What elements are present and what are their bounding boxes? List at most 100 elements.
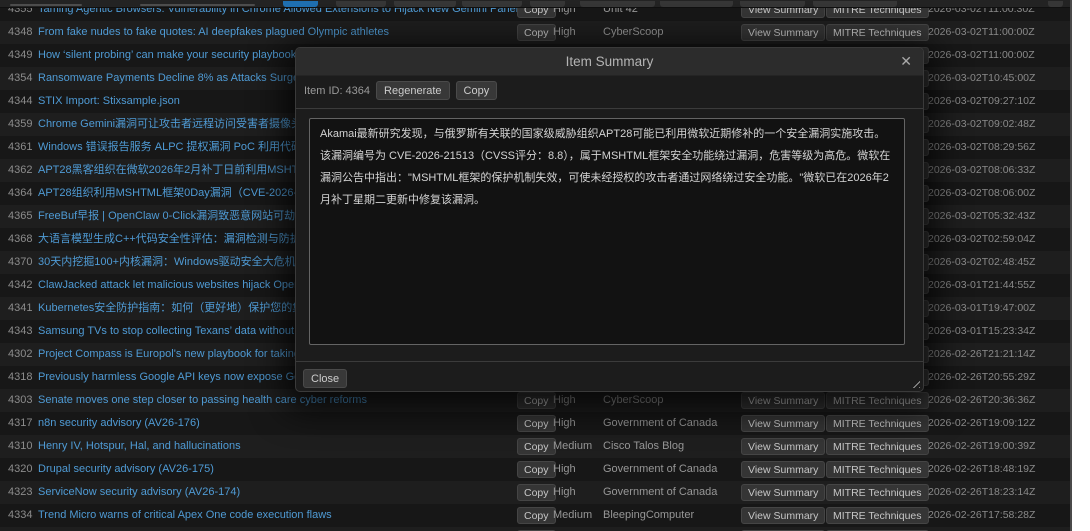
- item-id: 4343: [8, 325, 33, 337]
- item-id: 4323: [8, 486, 33, 498]
- item-title-link[interactable]: APT28组织利用MSHTML框架0Day漏洞（CVE-2026-21513）: [38, 182, 339, 205]
- view-summary-button[interactable]: View Summary: [741, 438, 826, 455]
- source-label: BleepingComputer: [603, 509, 695, 521]
- toolbar-button-fragment[interactable]: [394, 1, 456, 7]
- item-title-link[interactable]: Drupal security advisory (AV26-175): [38, 458, 214, 481]
- view-summary-button[interactable]: View Summary: [741, 484, 826, 501]
- timestamp: 2026-02-26T18:23:14Z: [928, 486, 1036, 498]
- table-row[interactable]: 4303 Senate moves one step closer to pas…: [0, 389, 1070, 412]
- item-title-link[interactable]: APT28黑客组织在微软2026年2月补丁日前利用MSHTML漏洞: [38, 159, 336, 182]
- item-title-link[interactable]: Trend Micro warns of critical Apex One c…: [38, 504, 332, 527]
- item-id: 4359: [8, 118, 33, 130]
- toolbar-button-fragment[interactable]: [813, 1, 897, 7]
- item-title-link[interactable]: Henry IV, Hotspur, Hal, and hallucinatio…: [38, 435, 241, 458]
- copy-button[interactable]: Copy: [517, 507, 556, 524]
- timestamp: 2026-03-02T08:06:33Z: [928, 164, 1036, 176]
- summary-textarea[interactable]: Akamai最新研究发现，与俄罗斯有关联的国家级威胁组织APT28可能已利用微软…: [309, 118, 905, 345]
- table-row[interactable]: 4348 From fake nudes to fake quotes: AI …: [0, 21, 1070, 44]
- item-title-link[interactable]: 大语言模型生成C++代码安全性评估：漏洞检测与防护: [38, 228, 301, 251]
- mitre-techniques-button[interactable]: MITRE Techniques: [826, 461, 929, 478]
- item-title-link[interactable]: How ‘silent probing’ can make your secur…: [38, 44, 327, 67]
- copy-summary-button[interactable]: Copy: [455, 81, 498, 100]
- regenerate-button[interactable]: Regenerate: [376, 81, 450, 100]
- source-label: CyberScoop: [603, 394, 664, 406]
- item-title-link[interactable]: ServiceNow security advisory (AV26-174): [38, 481, 240, 504]
- view-summary-button[interactable]: View Summary: [741, 415, 826, 432]
- copy-button[interactable]: Copy: [517, 415, 556, 432]
- item-title-link[interactable]: Chrome Gemini漏洞可让攻击者远程访问受害者摄像头: [38, 113, 302, 136]
- close-button[interactable]: Close: [303, 369, 348, 388]
- mitre-techniques-button[interactable]: MITRE Techniques: [826, 438, 929, 455]
- toolbar-button-fragment[interactable]: [660, 1, 733, 7]
- table-row[interactable]: 4310 Henry IV, Hotspur, Hal, and halluci…: [0, 435, 1070, 458]
- dialog-meta-row: Item ID: 4364 Regenerate Copy: [304, 81, 498, 101]
- copy-button[interactable]: Copy: [517, 438, 556, 455]
- resize-grip-icon[interactable]: [909, 377, 920, 388]
- item-title-link[interactable]: Kubernetes安全防护指南：如何（更好地）保护您的集群: [38, 297, 314, 320]
- toolbar-button-fragment[interactable]: [580, 1, 655, 7]
- table-row[interactable]: 4317 n8n security advisory (AV26-176) Co…: [0, 412, 1070, 435]
- toolbar-button-fragment[interactable]: [1048, 1, 1063, 7]
- timestamp: 2026-03-02T09:02:48Z: [928, 118, 1036, 130]
- toolbar-button-fragment[interactable]: [462, 1, 522, 7]
- toolbar-primary-button-fragment[interactable]: [283, 1, 318, 7]
- source-label: Cisco Talos Blog: [603, 440, 685, 452]
- item-id: 4354: [8, 72, 33, 84]
- copy-button[interactable]: Copy: [517, 484, 556, 501]
- item-id: 4310: [8, 440, 33, 452]
- mitre-techniques-button[interactable]: MITRE Techniques: [826, 392, 929, 409]
- mitre-techniques-button[interactable]: MITRE Techniques: [826, 24, 929, 41]
- copy-button[interactable]: Copy: [517, 24, 556, 41]
- timestamp: 2026-03-01T19:47:00Z: [928, 302, 1036, 314]
- screenshot-root: { "modal": { "title": "Item Summary", "c…: [0, 0, 1090, 531]
- timestamp: 2026-02-26T20:55:29Z: [928, 371, 1036, 383]
- item-title-link[interactable]: Windows 错误报告服务 ALPC 提权漏洞 PoC 利用代码公开: [38, 136, 324, 159]
- item-title-link[interactable]: Senate moves one step closer to passing …: [38, 389, 367, 412]
- toolbar-button-fragment[interactable]: [740, 1, 805, 7]
- source-label: Government of Canada: [603, 463, 718, 475]
- timestamp: 2026-02-26T21:21:14Z: [928, 348, 1036, 360]
- severity-label: Medium: [553, 509, 593, 521]
- item-title-link[interactable]: Ransomware Payments Decline 8% as Attack…: [38, 67, 324, 90]
- mitre-techniques-button[interactable]: MITRE Techniques: [826, 507, 929, 524]
- timestamp: 2026-03-02T10:45:00Z: [928, 72, 1036, 84]
- item-id: 4317: [8, 417, 33, 429]
- dialog-title: Item Summary: [565, 54, 654, 69]
- item-title-link[interactable]: Samsung TVs to stop collecting Texans’ d…: [38, 320, 336, 343]
- top-toolbar: [0, 0, 1070, 8]
- timestamp: 2026-03-02T09:27:10Z: [928, 95, 1036, 107]
- severity-label: High: [553, 463, 576, 475]
- table-row[interactable]: 4320 Drupal security advisory (AV26-175)…: [0, 458, 1070, 481]
- table-row[interactable]: 4323 ServiceNow security advisory (AV26-…: [0, 481, 1070, 504]
- view-summary-button[interactable]: View Summary: [741, 392, 826, 409]
- item-title-link[interactable]: FreeBuf早报 | OpenClaw 0-Click漏洞致恶意网站可劫持设备: [38, 205, 328, 228]
- severity-label: High: [553, 417, 576, 429]
- item-id: 4342: [8, 279, 33, 291]
- app-window: 4355 Taming Agentic Browsers: Vulnerabil…: [0, 0, 1072, 531]
- item-title-link[interactable]: ClawJacked attack let malicious websites…: [38, 274, 325, 297]
- toolbar-button-fragment[interactable]: [530, 1, 565, 7]
- timestamp: 2026-03-01T15:23:34Z: [928, 325, 1036, 337]
- timestamp: 2026-03-02T05:32:43Z: [928, 210, 1036, 222]
- timestamp: 2026-03-01T21:44:55Z: [928, 279, 1036, 291]
- view-summary-button[interactable]: View Summary: [741, 507, 826, 524]
- toolbar-button-fragment[interactable]: [336, 1, 386, 7]
- item-title-link[interactable]: From fake nudes to fake quotes: AI deepf…: [38, 21, 389, 44]
- mitre-techniques-button[interactable]: MITRE Techniques: [826, 484, 929, 501]
- close-icon[interactable]: ✕: [900, 48, 912, 74]
- timestamp: 2026-03-02T08:06:00Z: [928, 187, 1036, 199]
- source-label: Government of Canada: [603, 417, 718, 429]
- mitre-techniques-button[interactable]: MITRE Techniques: [826, 415, 929, 432]
- view-summary-button[interactable]: View Summary: [741, 24, 826, 41]
- table-row[interactable]: Copy View Summary MITRE Techniques: [0, 527, 1070, 531]
- item-title-link[interactable]: n8n security advisory (AV26-176): [38, 412, 200, 435]
- view-summary-button[interactable]: View Summary: [741, 461, 826, 478]
- table-row[interactable]: 4334 Trend Micro warns of critical Apex …: [0, 504, 1070, 527]
- severity-label: High: [553, 26, 576, 38]
- item-id: 4349: [8, 49, 33, 61]
- item-title-link[interactable]: STIX Import: Stixsample.json: [38, 90, 180, 113]
- item-id-label: Item ID: 4364: [304, 85, 371, 97]
- copy-button[interactable]: Copy: [517, 392, 556, 409]
- copy-button[interactable]: Copy: [517, 461, 556, 478]
- item-title-link[interactable]: 30天内挖掘100+内核漏洞：Windows驱动安全大危机: [38, 251, 296, 274]
